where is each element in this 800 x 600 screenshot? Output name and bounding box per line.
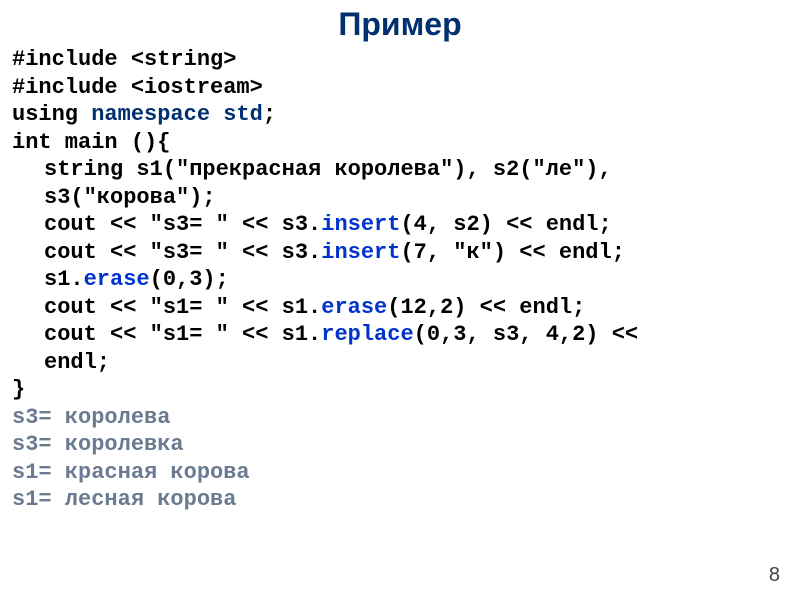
- code-line: s1.erase(0,3);: [12, 266, 788, 294]
- code-line: cout << "s3= " << s3.insert(4, s2) << en…: [12, 211, 788, 239]
- code-line: using namespace std;: [12, 101, 788, 129]
- page-number: 8: [769, 563, 780, 588]
- code-block: #include <string> #include <iostream> us…: [0, 46, 800, 514]
- text: using: [12, 102, 91, 127]
- code-line: #include <iostream>: [12, 74, 788, 102]
- code-line: cout << "s3= " << s3.insert(7, "к") << e…: [12, 239, 788, 267]
- text: (0,3, s3, 4,2) <<: [414, 322, 638, 347]
- code-line: string s1("прекрасная королева"), s2("ле…: [12, 156, 788, 184]
- slide-title: Пример: [0, 0, 800, 44]
- output-line: s1= красная корова: [12, 459, 788, 487]
- code-line: s3("корова");: [12, 184, 788, 212]
- text: std: [210, 102, 263, 127]
- method-name: erase: [84, 267, 150, 292]
- output-line: s3= королевка: [12, 431, 788, 459]
- text: cout << "s3= " << s3.: [44, 212, 321, 237]
- code-line: cout << "s1= " << s1.replace(0,3, s3, 4,…: [12, 321, 788, 349]
- text: s1.: [44, 267, 84, 292]
- method-name: erase: [321, 295, 387, 320]
- method-name: replace: [321, 322, 413, 347]
- text: cout << "s1= " << s1.: [44, 295, 321, 320]
- keyword: namespace: [91, 102, 210, 127]
- method-name: insert: [321, 240, 400, 265]
- output-line: s3= королева: [12, 404, 788, 432]
- text: cout << "s3= " << s3.: [44, 240, 321, 265]
- code-line: endl;: [12, 349, 788, 377]
- code-line: cout << "s1= " << s1.erase(12,2) << endl…: [12, 294, 788, 322]
- text: (7, "к") << endl;: [400, 240, 624, 265]
- output-line: s1= лесная корова: [12, 486, 788, 514]
- text: ;: [263, 102, 276, 127]
- text: (0,3);: [150, 267, 229, 292]
- text: cout << "s1= " << s1.: [44, 322, 321, 347]
- code-line: }: [12, 376, 788, 404]
- code-line: int main (){: [12, 129, 788, 157]
- code-line: #include <string>: [12, 46, 788, 74]
- method-name: insert: [321, 212, 400, 237]
- text: (12,2) << endl;: [387, 295, 585, 320]
- text: (4, s2) << endl;: [400, 212, 611, 237]
